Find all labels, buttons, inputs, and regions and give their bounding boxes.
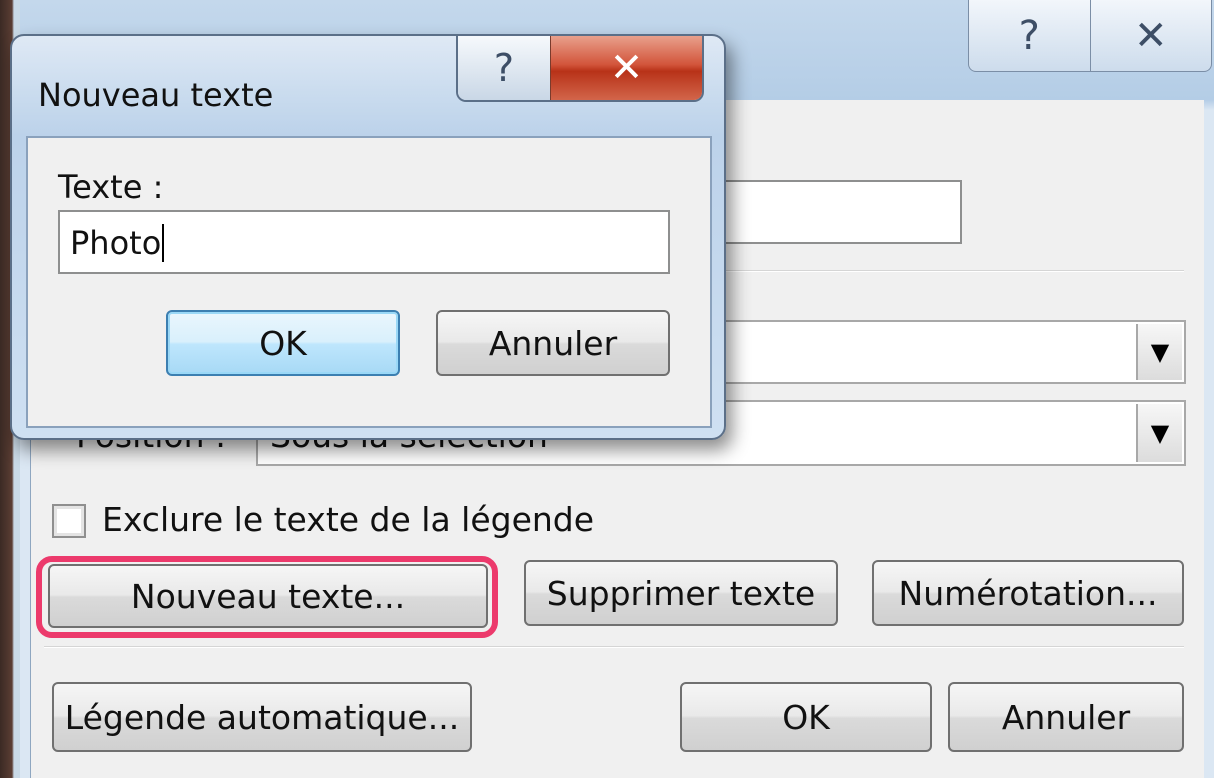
new-text-dialog-client: Texte : Photo OK Annuler: [26, 136, 712, 428]
help-icon: ?: [493, 46, 515, 90]
help-button[interactable]: ?: [969, 0, 1090, 71]
dialog-cancel-button[interactable]: Annuler: [436, 310, 670, 376]
close-icon: ✕: [609, 45, 644, 91]
separator-top: [700, 270, 1184, 272]
text-field-label: Texte :: [58, 168, 164, 206]
delete-text-button[interactable]: Supprimer texte: [524, 560, 838, 626]
help-icon: ?: [1018, 12, 1040, 59]
chevron-down-icon[interactable]: ▼: [1136, 324, 1182, 380]
separator-bottom: [44, 646, 1184, 648]
label-combo[interactable]: ▼: [700, 320, 1186, 384]
cancel-button[interactable]: Annuler: [948, 682, 1184, 752]
auto-caption-button[interactable]: Légende automatique...: [52, 682, 472, 752]
caption-dialog-caption-buttons: ? ✕: [968, 0, 1212, 72]
new-text-dialog-caption-buttons: ? ✕: [456, 36, 704, 102]
dialog-close-button[interactable]: ✕: [550, 36, 702, 100]
dialog-ok-button[interactable]: OK: [166, 310, 400, 376]
exclude-checkbox[interactable]: [52, 504, 86, 538]
text-input[interactable]: Photo: [58, 210, 670, 274]
close-button[interactable]: ✕: [1089, 0, 1212, 71]
new-text-button[interactable]: Nouveau texte...: [48, 564, 488, 628]
ok-button[interactable]: OK: [680, 682, 932, 752]
caption-input[interactable]: [700, 180, 962, 244]
text-input-value: Photo: [70, 224, 165, 262]
new-text-dialog-title: Nouveau texte: [38, 76, 274, 114]
close-icon: ✕: [1133, 12, 1168, 59]
new-text-dialog: Nouveau texte ? ✕ Texte : Photo OK Annul…: [10, 34, 726, 440]
dialog-help-button[interactable]: ?: [458, 36, 550, 100]
chevron-down-icon[interactable]: ▼: [1136, 404, 1182, 462]
numbering-button[interactable]: Numérotation...: [872, 560, 1184, 626]
exclude-label: Exclure le texte de la légende: [102, 500, 595, 539]
